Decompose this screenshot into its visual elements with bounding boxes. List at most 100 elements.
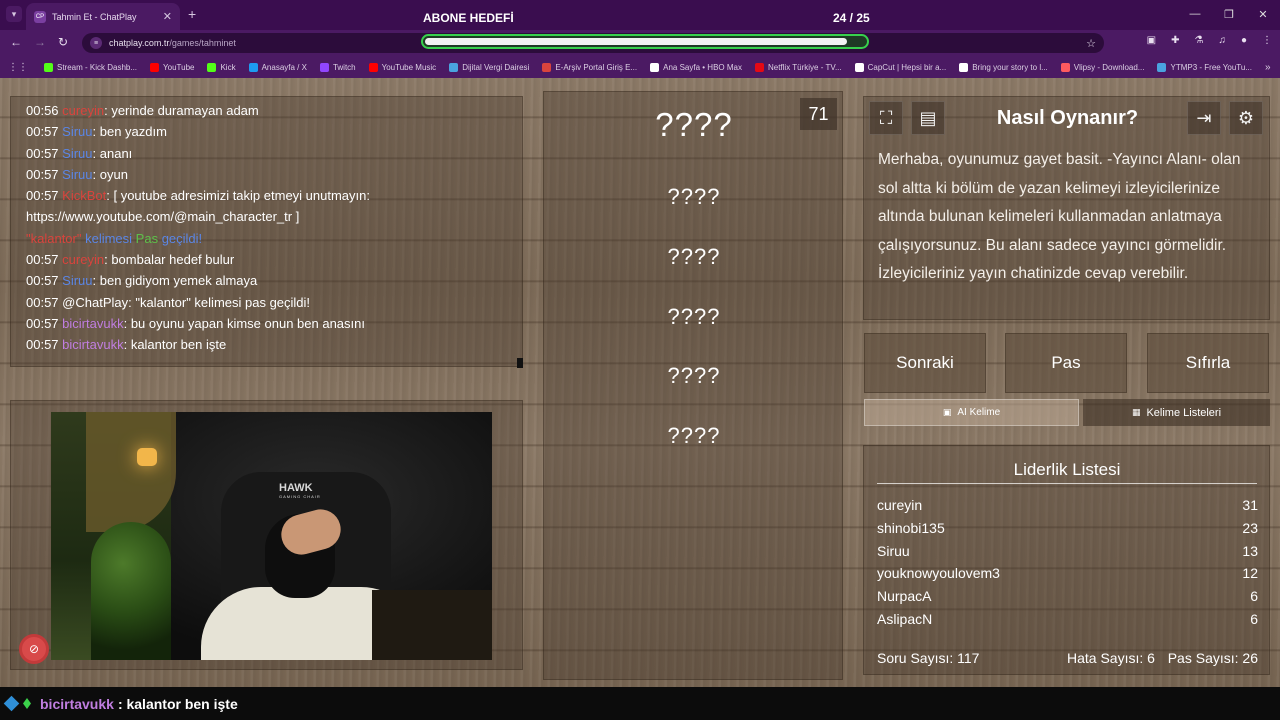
apps-grid-icon[interactable]: ⋮⋮ <box>8 62 28 73</box>
game-page: 00:56 cureyin: yerinde duramayan adam 00:… <box>0 78 1280 687</box>
exit-icon[interactable]: ⇥ <box>1187 101 1221 135</box>
chat-username[interactable]: Siruu <box>62 146 92 161</box>
hidden-word: ???? <box>667 363 721 388</box>
subscriber-goal-count: 24 / 25 <box>833 11 870 25</box>
chat-username[interactable]: bicirtavukk <box>62 337 123 352</box>
settings-gear-icon[interactable]: ⚙ <box>1229 101 1263 135</box>
chat-message: https://www.youtube.com/@main_character_… <box>26 206 507 227</box>
bookmark-item[interactable]: E-Arşiv Portal Giriş E... <box>542 62 637 72</box>
back-icon[interactable]: ← <box>10 35 22 49</box>
chat-message: 00:57 @ChatPlay: "kalantor" kelimesi pas… <box>26 292 507 313</box>
chat-text: https://www.youtube.com/@main_character_… <box>26 209 300 225</box>
subscriber-goal-progress <box>421 34 869 49</box>
extensions-puzzle-icon[interactable]: ✚ <box>1171 35 1179 46</box>
bookmark-item[interactable]: Bring your story to l... <box>959 62 1048 72</box>
word-board: 71 ???????????????????????? <box>543 91 843 680</box>
bookmark-item[interactable]: Twitch <box>319 62 356 72</box>
ticker-username: bicirtavukk <box>40 695 114 712</box>
close-window-icon[interactable]: ✕ <box>1246 0 1280 28</box>
word-lists-button[interactable]: ▦ Kelime Listeleri <box>1083 399 1270 426</box>
chat-text: : kalantor ben işte <box>123 337 227 353</box>
new-tab-button[interactable]: + <box>188 6 196 22</box>
tab-title: Tahmin Et - ChatPlay <box>52 11 137 22</box>
bookmark-item[interactable]: YouTube <box>150 62 194 72</box>
chat-message: 00:57 Siruu: ben gidiyom yemek almaya <box>26 270 507 291</box>
chat-username[interactable]: KickBot <box>62 188 106 203</box>
ai-word-button[interactable]: ▣ AI Kelime <box>864 399 1079 426</box>
leaderboard-list[interactable]: cureyin 31 shinobi135 23 Siruu 13 youknowyoulo… <box>877 494 1258 636</box>
leaderboard-score: 6 <box>1250 588 1258 605</box>
bookmark-item[interactable]: Dijital Vergi Dairesi <box>449 62 529 72</box>
chat-message: 00:56 cureyin: yerinde duramayan adam <box>26 100 507 121</box>
pass-button[interactable]: Pas <box>1005 333 1127 393</box>
reload-icon[interactable]: ↻ <box>58 35 68 49</box>
chat-time: 00:57 <box>26 294 59 310</box>
robot-icon: ▣ <box>942 407 952 417</box>
chat-username[interactable]: cureyin <box>62 103 104 118</box>
bookmark-item[interactable]: CapCut | Hepsi bir a... <box>854 62 946 72</box>
leaderboard-score: 6 <box>1250 610 1258 627</box>
chat-username[interactable]: cureyin <box>62 252 104 267</box>
bookmark-item[interactable]: YTMP3 - Free YouTu... <box>1157 62 1252 72</box>
hidden-word: ???? <box>655 106 733 143</box>
bookmark-item[interactable]: Netflix Türkiye - TV... <box>754 62 842 72</box>
chat-time: 00:57 <box>26 188 59 204</box>
chat-text: : bu oyunu yapan kimse onun ben anasını <box>123 315 365 331</box>
chat-username[interactable]: Siruu <box>62 273 92 288</box>
site-info-icon[interactable]: ≡ <box>90 37 102 49</box>
bookmark-favicon-icon <box>248 62 258 72</box>
leaderboard-title: Liderlik Listesi <box>877 460 1257 484</box>
browser-menu-icon[interactable]: ⋮ <box>1262 35 1272 46</box>
tab-list-button[interactable]: ▾ <box>6 6 22 22</box>
chat-username[interactable]: Siruu <box>62 167 92 182</box>
chat-message: 00:57 cureyin: bombalar hedef bulur <box>26 249 507 270</box>
url-domain: chatplay.com.tr <box>109 38 170 48</box>
extension-icon[interactable]: ▣ <box>1147 35 1156 46</box>
chat-text: : ben yazdım <box>92 124 167 140</box>
chat-username[interactable]: Siruu <box>62 124 92 139</box>
bookmark-item[interactable]: Anasayfa / X <box>248 62 307 72</box>
ticker-message: : kalantor ben işte <box>117 695 238 712</box>
bookmark-favicon-icon <box>542 62 552 72</box>
minimize-window-icon[interactable]: — <box>1178 0 1212 28</box>
hidden-word: ???? <box>667 184 721 209</box>
leaderboard-name: youknowyoulovem3 <box>877 565 1000 582</box>
maximize-window-icon[interactable]: ❐ <box>1212 0 1246 28</box>
bookmark-item[interactable]: YouTube Music <box>368 62 436 72</box>
leaderboard-score: 23 <box>1242 519 1258 536</box>
chat-ticker: bicirtavukk : kalantor ben işte <box>0 687 1280 720</box>
forward-icon[interactable]: → <box>34 35 46 49</box>
error-count: Hata Sayısı: 6 <box>1067 650 1155 666</box>
chat-message: 00:57 bicirtavukk: kalantor ben işte <box>26 334 507 355</box>
bookmark-favicon-icon <box>368 62 378 72</box>
bookmarks-overflow-icon[interactable]: » <box>1265 62 1271 73</box>
leaderboard-panel: Liderlik Listesi cureyin 31 shinobi135 23 Si… <box>863 445 1270 675</box>
leaderboard-name: AslipacN <box>877 610 933 627</box>
chat-scrollbar[interactable] <box>517 358 523 368</box>
bookmark-favicon-icon <box>650 62 660 72</box>
hidden-word: ???? <box>667 244 721 269</box>
pass-count: Pas Sayısı: 26 <box>1167 650 1258 666</box>
close-tab-icon[interactable]: ✕ <box>163 10 172 23</box>
performance-icon[interactable]: ⚗ <box>1194 35 1203 46</box>
media-controls-icon[interactable]: ♫ <box>1218 35 1226 46</box>
bookmark-item[interactable]: Vlipsy - Download... <box>1060 62 1144 72</box>
hidden-word: ???? <box>667 423 721 448</box>
bookmark-item[interactable]: Ana Sayfa • HBO Max <box>650 62 742 72</box>
tab-active[interactable]: CP Tahmin Et - ChatPlay ✕ <box>26 3 180 30</box>
chat-text: : oyun <box>92 166 128 182</box>
no-entry-icon[interactable]: ⊘ <box>19 634 49 664</box>
profile-avatar-icon[interactable]: ● <box>1241 35 1247 46</box>
reset-button[interactable]: Sıfırla <box>1147 333 1269 393</box>
bookmark-item[interactable]: Kick <box>207 62 236 72</box>
chat-time: 00:57 <box>26 252 59 268</box>
chat-message: 00:57 Siruu: oyun <box>26 164 507 185</box>
chat-message: 00:57 Siruu: ben yazdım <box>26 121 507 142</box>
how-to-play-panel: ⛶ ▤ Nasıl Oynanır? ⇥ ⚙ Merhaba, oyunumuz… <box>863 96 1270 320</box>
chat-text: @ChatPlay: "kalantor" kelimesi pas geçil… <box>62 294 311 310</box>
bookmark-star-icon[interactable]: ☆ <box>1086 37 1096 50</box>
bookmark-item[interactable]: Stream - Kick Dashb... <box>44 62 137 72</box>
chat-username[interactable]: bicirtavukk <box>62 316 123 331</box>
tab-favicon: CP <box>34 10 46 23</box>
next-button[interactable]: Sonraki <box>864 333 986 393</box>
